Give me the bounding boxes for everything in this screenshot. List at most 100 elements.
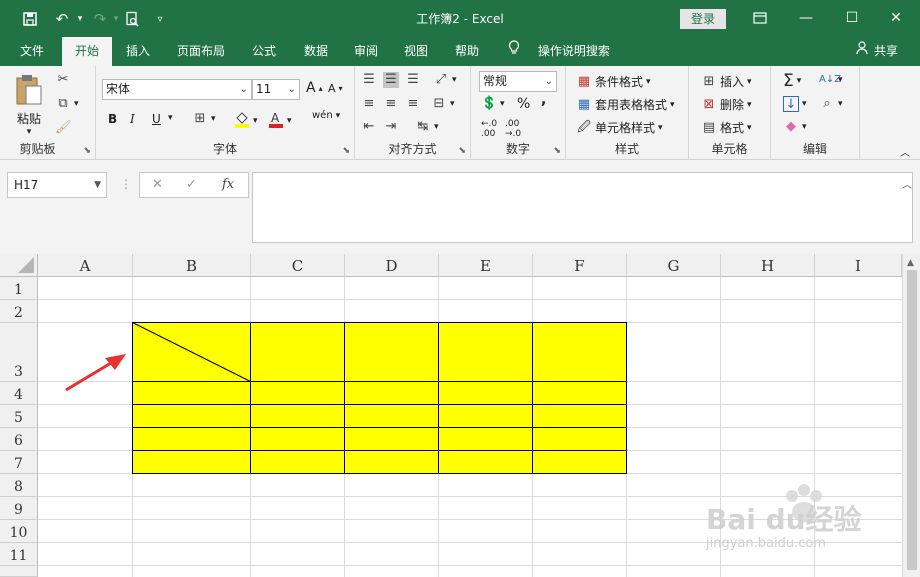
tab-file[interactable]: 文件 (10, 37, 54, 66)
clear-button[interactable]: ◆ ▾ (783, 119, 807, 135)
vertical-scrollbar[interactable]: ▲ (902, 254, 920, 577)
clipboard-group: 粘贴 ▾ ✂ ⧉ ▾ 🖌 剪贴板 ⬊ (0, 66, 96, 160)
editing-group: Σ ▾ A↓Z ▾ ↓ ▾ ⌕ ▾ ◆ ▾ 编辑 (771, 66, 860, 160)
font-size-select[interactable]: 11 ⌄ (252, 79, 300, 100)
find-select-button[interactable]: ⌕ ▾ (819, 96, 842, 112)
alignment-launcher-icon[interactable]: ⬊ (458, 146, 466, 156)
formula-bar: H17 ▼ ⋮ ✕ ✓ fx ︿ (0, 160, 920, 254)
minimize-icon[interactable]: — (792, 6, 820, 30)
font-name-select[interactable]: 宋体 ⌄ (102, 79, 252, 100)
format-painter-button[interactable]: 🖌 (55, 120, 72, 136)
cancel-entry-icon[interactable]: ✕ (152, 177, 163, 192)
cell-styles-button[interactable]: 🖉 单元格样式 ▾ (576, 119, 662, 136)
format-as-table-button[interactable]: ▦ 套用表格格式 ▾ (576, 96, 675, 113)
cut-button[interactable]: ✂ (55, 72, 71, 88)
percent-button[interactable]: % (517, 96, 530, 112)
cell-styles-icon: 🖉 (577, 119, 591, 135)
bold-button[interactable]: B (108, 112, 117, 126)
insert-function-button[interactable]: fx (222, 177, 234, 192)
share-label: 共享 (873, 44, 898, 58)
expand-formula-bar-icon[interactable]: ︿ (902, 176, 912, 191)
underline-button[interactable]: U (152, 112, 161, 126)
decrease-font-size-button[interactable]: A ▾ (328, 82, 343, 95)
increase-decimal-button[interactable]: ←.0.00 (481, 119, 497, 139)
customize-toolbar-icon[interactable]: ▿ (148, 8, 172, 30)
merge-icon: ⊟ (433, 96, 445, 111)
title-bar: ↶ ▾ ↷ ▾ ▿ 工作簿2 - Excel 登录 — ☐ ✕ (0, 0, 920, 37)
text-direction-button[interactable]: ↹ ▾ (415, 119, 439, 135)
number-format-select[interactable]: 常规 ⌄ (479, 71, 557, 92)
increase-indent-button[interactable]: ⇥ (383, 119, 399, 135)
print-preview-icon[interactable] (120, 8, 144, 30)
autosum-button[interactable]: Σ ▾ (783, 71, 801, 91)
font-color-button[interactable]: A ▾ (268, 110, 292, 131)
insert-cells-label: 插入 (720, 75, 745, 89)
ribbon: 粘贴 ▾ ✂ ⧉ ▾ 🖌 剪贴板 ⬊ 宋体 ⌄ 11 ⌄ A ▴ A ▾ B I U ▾ … (0, 66, 920, 160)
sort-filter-button[interactable]: A↓Z ▾ (819, 72, 843, 88)
delete-cells-icon: ⊠ (703, 96, 715, 112)
align-middle-button[interactable]: ☰ (383, 72, 399, 88)
formula-input[interactable] (252, 172, 913, 243)
increase-font-size-button[interactable]: A ▴ (306, 80, 323, 96)
maximize-icon[interactable]: ☐ (838, 6, 866, 30)
insert-cells-button[interactable]: ⊞ 插入 ▾ (701, 73, 752, 90)
underline-dropdown-icon[interactable]: ▾ (168, 113, 173, 123)
paste-button[interactable]: 粘贴 ▾ (14, 74, 44, 137)
tab-home[interactable]: 开始 (62, 37, 112, 66)
tell-me-search[interactable]: 操作说明搜索 (508, 37, 610, 66)
orientation-button[interactable]: ⤢ ▾ (433, 72, 457, 88)
close-icon[interactable]: ✕ (882, 6, 910, 30)
tab-formulas[interactable]: 公式 (244, 37, 284, 66)
phonetic-guide-button[interactable]: wén ▾ (312, 110, 340, 121)
share-button[interactable]: 共享 (856, 37, 898, 66)
delete-cells-label: 删除 (720, 98, 745, 112)
currency-button[interactable]: 💲 ▾ (481, 96, 505, 112)
align-center-button[interactable]: ≡ (383, 96, 399, 112)
align-center-icon: ≡ (385, 96, 397, 111)
scissors-icon: ✂ (57, 72, 69, 87)
confirm-entry-icon[interactable]: ✓ (186, 177, 197, 192)
tab-help[interactable]: 帮助 (447, 37, 487, 66)
collapse-ribbon-icon[interactable]: ︿ (900, 144, 910, 159)
align-left-button[interactable]: ≡ (361, 96, 377, 112)
fill-color-button[interactable]: ▾ (234, 110, 258, 131)
format-cells-button[interactable]: ▤ 格式 ▾ (701, 119, 752, 136)
number-group: 常规 ⌄ 💲 ▾ % , ←.0.00 .00 →.0 数字 ⬊ (471, 66, 566, 160)
worksheet-grid[interactable]: A B C D E F G H I 1 2 3 4 5 6 7 8 9 10 1… (0, 254, 920, 577)
login-button[interactable]: 登录 (680, 9, 726, 29)
format-cells-icon: ▤ (702, 119, 716, 135)
save-icon[interactable] (18, 8, 42, 30)
conditional-formatting-button[interactable]: ▦ 条件格式 ▾ (576, 73, 651, 90)
merge-center-button[interactable]: ⊟ ▾ (431, 96, 455, 112)
align-middle-icon: ☰ (385, 72, 397, 87)
decrease-decimal-icon: .00 →.0 (505, 119, 522, 139)
ribbon-display-options-icon[interactable] (746, 6, 774, 30)
scroll-up-icon[interactable]: ▲ (907, 258, 914, 268)
tab-insert[interactable]: 插入 (118, 37, 158, 66)
tab-page-layout[interactable]: 页面布局 (170, 37, 232, 66)
align-bottom-button[interactable]: ☰ (405, 72, 421, 88)
tab-data[interactable]: 数据 (296, 37, 336, 66)
copy-dropdown-icon: ▾ (74, 99, 79, 109)
number-launcher-icon[interactable]: ⬊ (553, 146, 561, 156)
delete-cells-button[interactable]: ⊠ 删除 ▾ (701, 96, 752, 113)
italic-button[interactable]: I (130, 112, 135, 126)
styles-group-label: 样式 (614, 142, 639, 156)
borders-button[interactable]: ⊞ ▾ (192, 111, 216, 127)
decrease-indent-button[interactable]: ⇤ (361, 119, 377, 135)
align-right-button[interactable]: ≡ (405, 96, 421, 112)
yellow-table[interactable] (0, 254, 902, 577)
clipboard-launcher-icon[interactable]: ⬊ (83, 146, 91, 156)
font-launcher-icon[interactable]: ⬊ (342, 146, 350, 156)
copy-button[interactable]: ⧉ ▾ (55, 96, 79, 112)
tab-view[interactable]: 视图 (396, 37, 436, 66)
increase-indent-icon: ⇥ (385, 119, 397, 134)
tab-review[interactable]: 审阅 (346, 37, 386, 66)
fill-down-icon: ↓ (783, 96, 799, 112)
scrollbar-thumb[interactable] (907, 270, 917, 570)
decrease-decimal-button[interactable]: .00 →.0 (505, 119, 521, 139)
fill-button[interactable]: ↓ ▾ (783, 96, 807, 112)
align-top-button[interactable]: ☰ (361, 72, 377, 88)
name-box[interactable]: H17 ▼ (7, 172, 107, 198)
comma-button[interactable]: , (541, 92, 546, 108)
